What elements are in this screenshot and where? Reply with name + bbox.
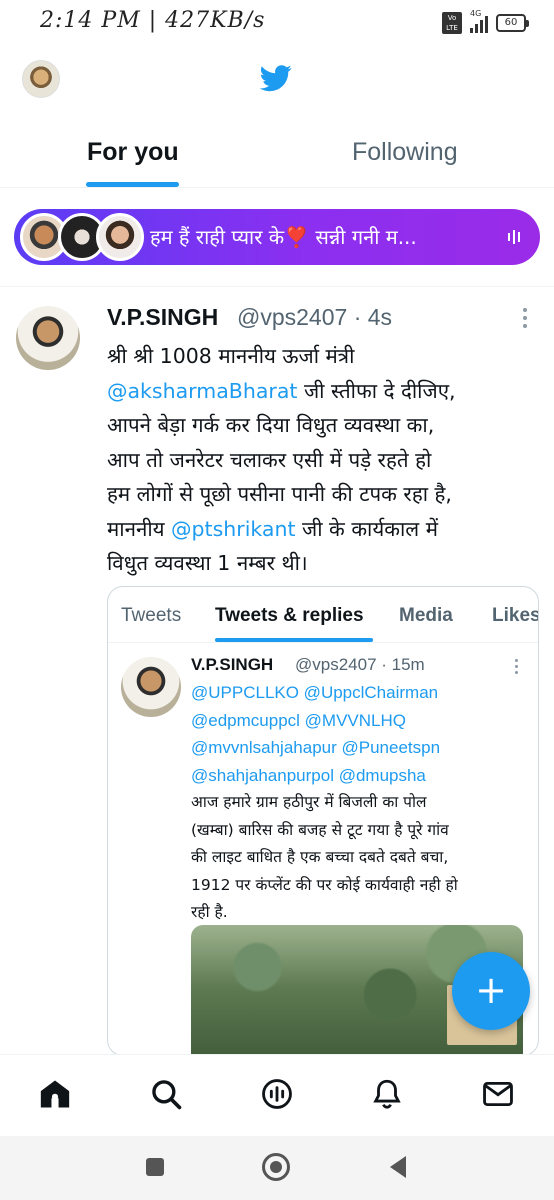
tweet-line: विधुत व्यवस्था 1 नम्बर थी।: [107, 551, 308, 575]
spaces-live-bar[interactable]: हम हैं राही प्यार के❣️ सन्नी गनी म...: [14, 209, 540, 265]
audio-wave-icon: [508, 227, 520, 247]
tab-media: Media: [399, 605, 453, 626]
mention-link[interactable]: @aksharmaBharat: [107, 379, 297, 403]
inner-mentions-line: @edpmcuppcl @MVVNLHQ: [191, 710, 406, 730]
more-options-icon: [512, 659, 520, 677]
inner-handle-time: @vps2407 · 15m: [295, 655, 425, 674]
inner-mentions-line: @shahjahanpurpol @dmupsha: [191, 765, 426, 785]
tweet-author-name[interactable]: V.P.SINGH: [107, 304, 218, 331]
inner-mentions-line: @mvvnlsahjahapur @Puneetspn: [191, 738, 441, 757]
tweet-line: माननीय @ptshrikant जी के कार्यकाल में: [107, 512, 545, 547]
status-icons: Vo LTE 4G 60: [442, 9, 529, 34]
inner-author-name: V.P.SINGH: [191, 655, 274, 674]
tweet-line: आपने बेड़ा गर्क कर दिया विधुत व्यवस्था क…: [107, 413, 435, 437]
tab-indicator: [215, 638, 373, 642]
profile-avatar[interactable]: [22, 60, 60, 98]
system-back-button[interactable]: [390, 1156, 406, 1178]
more-options-icon[interactable]: [520, 308, 530, 330]
system-home-button[interactable]: [262, 1153, 290, 1181]
system-navigation: [0, 1136, 554, 1200]
recent-apps-button[interactable]: [146, 1158, 164, 1176]
inner-tweet-text: @UPPCLLKO @UppclChairman @edpmcuppcl @MV…: [191, 679, 531, 927]
tweet-line-text: माननीय: [107, 516, 172, 541]
tweet-line: श्री श्री 1008 माननीय ऊर्जा मंत्री: [107, 344, 355, 368]
tab-following[interactable]: Following: [352, 138, 458, 167]
tweet-author-avatar[interactable]: [16, 306, 80, 370]
spaces-title: हम हैं राही प्यार के❣️ सन्नी गनी म...: [150, 225, 417, 249]
network-label: 4G: [470, 9, 482, 18]
mention-link[interactable]: @ptshrikant: [171, 517, 295, 541]
tweet-line: हम लोगों से पूछो पसीना पानी की टपक रहा ह…: [107, 482, 452, 506]
tab-indicator: [86, 182, 179, 187]
tweet-line: @aksharmaBharat जी स्तीफा दे दीजिए,: [107, 374, 545, 409]
app-header: [0, 46, 554, 116]
compose-tweet-button[interactable]: +: [452, 952, 530, 1030]
divider: [0, 286, 554, 287]
inner-text-line: आज हमारे ग्राम हठीपुर में बिजली का पोल: [191, 793, 427, 811]
tweet-line-text: जी स्तीफा दे दीजिए,: [297, 378, 456, 403]
tweet-text: श्री श्री 1008 माननीय ऊर्जा मंत्री @aksh…: [107, 339, 545, 581]
spaces-icon[interactable]: [260, 1077, 294, 1111]
tab-likes: Likes: [492, 605, 539, 626]
volte-icon: Vo LTE: [442, 12, 462, 34]
bottom-navigation: [0, 1054, 554, 1136]
messages-icon[interactable]: [481, 1077, 515, 1111]
inner-author-avatar: [121, 657, 181, 717]
spaces-avatars: [20, 213, 150, 261]
inner-text-line: (खम्बा) बारिस की बजह से टूट गया है पूरे …: [191, 820, 449, 839]
tab-tweets: Tweets: [121, 605, 182, 626]
tab-for-you[interactable]: For you: [87, 138, 179, 167]
notifications-icon[interactable]: [370, 1077, 404, 1111]
home-icon[interactable]: [38, 1077, 72, 1111]
speaker-avatar: [96, 213, 144, 261]
battery-icon: 60: [496, 14, 529, 32]
status-bar: 2:14 PM | 427KB/s Vo LTE 4G 60: [0, 0, 554, 46]
search-icon[interactable]: [149, 1077, 183, 1111]
tweet-handle-time: @vps2407 · 4s: [237, 304, 393, 330]
inner-mentions-line: @UPPCLLKO @UppclChairman: [191, 683, 439, 702]
profile-tabs: Tweets Tweets & replies Media Likes: [108, 587, 539, 643]
tab-tweets-replies: Tweets & replies: [215, 605, 364, 626]
tweet-line: आप तो जनरेटर चलाकर एसी में पड़े रहते हो: [107, 447, 432, 472]
inner-text-line: 1912 पर कंप्लेंट की पर कोई कार्यवाही नही…: [191, 875, 458, 894]
status-time: 2:14 PM | 427KB/s: [40, 8, 266, 33]
timeline-tabs: For you Following: [0, 116, 554, 188]
twitter-bird-icon[interactable]: [258, 62, 294, 94]
signal-icon: 4G: [470, 9, 488, 33]
tweet-line-text: जी के कार्यकाल में: [295, 516, 438, 541]
inner-text-line: रही है.: [191, 903, 228, 921]
inner-text-line: की लाइट बाधित है एक बच्चा दबते दबते बचा,: [191, 848, 449, 866]
